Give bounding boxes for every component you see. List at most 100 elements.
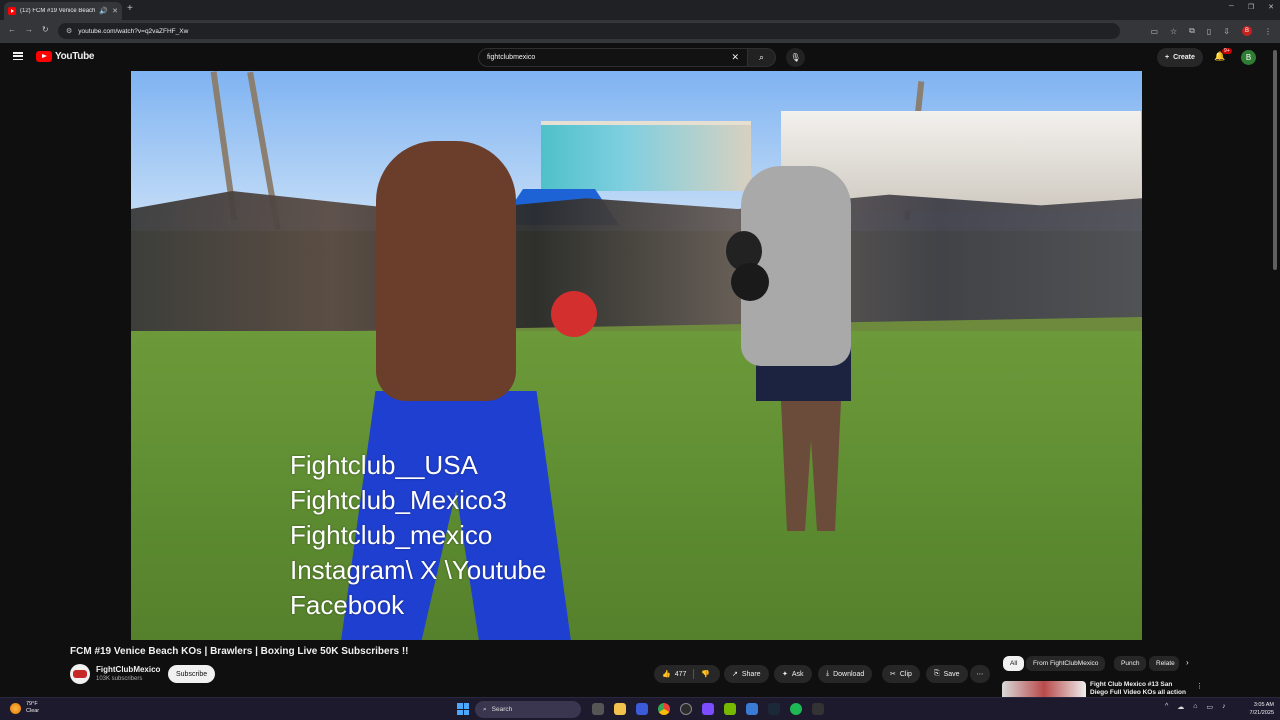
youtube-header: YouTube fightclubmexico ✕ ⌕ 🎙 + Create 🔔… [0,43,1280,71]
system-tray: ^ ☁ ⌂ ▭ ♪ [1165,703,1226,711]
browser-toolbar: ← → ↻ ⚙ youtube.com/watch?v=q2vaZFHF_Xw … [0,20,1280,43]
nvidia-icon[interactable] [724,703,736,715]
overlay-line: Instagram\ X \Youtube [290,555,547,585]
clear-search-icon[interactable]: ✕ [731,52,739,63]
recommendation-thumbnail[interactable] [1002,681,1086,697]
extensions-icon[interactable]: ⧉ [1189,26,1195,36]
video-title: FCM #19 Venice Beach KOs | Brawlers | Bo… [70,646,409,657]
restore-icon[interactable]: ❐ [1248,3,1254,11]
browser-tab[interactable]: (12) FCM #19 Venice Beach 🔊 ✕ [4,2,122,20]
back-icon[interactable]: ← [8,26,16,34]
dislike-icon[interactable]: 👎 [701,670,710,678]
recommendation-menu-icon[interactable]: ⋮ [1196,682,1203,690]
search-query-text: fightclubmexico [487,54,536,61]
tray-app-icon[interactable]: ☁ [1177,703,1184,711]
profile-avatar[interactable]: B [1242,26,1252,36]
downloads-icon[interactable]: ⇩ [1223,27,1230,36]
ask-button[interactable]: ✦ Ask [774,665,812,683]
battery-icon[interactable]: ▭ [1207,703,1214,711]
microphone-icon: 🎙 [790,53,801,62]
divider [693,669,695,679]
file-explorer-icon[interactable] [614,703,626,715]
chrome-icon[interactable] [658,703,670,715]
like-icon[interactable]: 👍 [662,670,671,678]
network-icon[interactable]: ⌂ [1193,703,1197,711]
search-button[interactable]: ⌕ [748,48,776,67]
app-icon[interactable] [746,703,758,715]
windows-taskbar: 79°F Clear ⌕ Search ^ ☁ ⌂ ▭ ♪ 3:05 AM 7/… [0,697,1280,720]
clock-date: 7/21/2025 [1249,710,1274,716]
youtube-logo[interactable]: YouTube [36,51,95,62]
more-horizontal-icon: ⋯ [976,671,984,678]
taskbar-search[interactable]: ⌕ Search [475,701,581,718]
search-icon: ⌕ [483,705,487,713]
video-player[interactable]: Fightclub__USA Fightclub_Mexico3 Fightcl… [131,71,1142,640]
chip-related[interactable]: Relate [1149,656,1179,671]
black-glove [731,263,769,301]
weather-widget[interactable]: 79°F Clear [10,701,39,715]
tray-chevron-icon[interactable]: ^ [1165,703,1168,711]
reload-icon[interactable]: ↻ [42,26,49,34]
tab-close-icon[interactable]: ✕ [112,8,118,15]
task-view-icon[interactable] [592,703,604,715]
browser-menu-icon[interactable]: ⋮ [1264,27,1272,36]
chip-all[interactable]: All [1003,656,1025,671]
more-actions-button[interactable]: ⋯ [970,665,990,683]
forward-icon[interactable]: → [25,26,33,34]
github-icon[interactable] [680,703,692,715]
tab-audio-icon[interactable]: 🔊 [99,8,108,15]
clock-time: 3:05 AM [1253,702,1274,708]
spotify-icon[interactable] [790,703,802,715]
bookmark-star-icon[interactable]: ☆ [1170,27,1177,36]
sparkle-icon: ✦ [782,671,788,678]
chevron-right-icon[interactable]: › [1186,658,1189,667]
app-icon[interactable] [812,703,824,715]
video-scene-mural-building [541,121,751,191]
channel-name[interactable]: FightClubMexico [96,665,160,674]
search-input[interactable]: fightclubmexico ✕ [478,48,748,67]
steam-icon[interactable] [768,703,780,715]
chip-punch[interactable]: Punch [1114,656,1147,671]
subscribe-button[interactable]: Subscribe [168,665,216,683]
like-dislike-group: 👍 477 👎 [654,665,720,683]
app-icon[interactable] [702,703,714,715]
channel-avatar[interactable] [70,664,90,684]
new-tab-icon[interactable]: + [127,4,133,14]
app-icon[interactable] [636,703,648,715]
share-label: Share [741,670,761,678]
address-bar[interactable]: ⚙ youtube.com/watch?v=q2vaZFHF_Xw [58,23,1120,39]
subscriber-count: 103K subscribers [96,676,143,682]
windows-start-icon[interactable] [457,703,469,715]
url-text: youtube.com/watch?v=q2vaZFHF_Xw [78,27,189,35]
notifications-badge: 9+ [1222,48,1232,54]
account-avatar[interactable]: B [1241,50,1256,65]
scissors-icon: ✂ [890,671,896,678]
clip-button[interactable]: ✂ Clip [882,665,920,683]
recommendation-title[interactable]: Fight Club Mexico #13 San Diego Full Vid… [1090,681,1190,697]
minimize-icon[interactable]: ─ [1229,3,1234,11]
download-icon: ⤓ [826,670,830,677]
download-button[interactable]: ⤓ Download [818,665,873,683]
sidepanel-icon[interactable]: ▯ [1207,27,1211,36]
cast-icon[interactable]: ▭ [1150,27,1158,36]
overlay-line: Fightclub_Mexico3 [290,485,507,515]
save-label: Save [943,670,960,678]
taskbar-clock[interactable]: 3:05 AM 7/21/2025 [1240,701,1274,717]
youtube-favicon-icon [8,7,16,15]
save-button[interactable]: ⎘ Save [926,665,968,683]
hamburger-menu-icon[interactable] [13,52,23,60]
ask-label: Ask [791,670,804,678]
like-count[interactable]: 477 [675,671,687,678]
weather-temperature: 79°F [26,701,38,707]
overlay-line: Fightclub__USA [290,450,478,480]
voice-search-button[interactable]: 🎙 [786,48,805,67]
bookmark-icon: ⎘ [934,670,940,677]
overlay-line: Fightclub_mexico [290,520,493,550]
window-close-icon[interactable]: ✕ [1268,3,1274,11]
chip-from-channel[interactable]: From FightClubMexico [1026,656,1106,671]
page-scrollbar[interactable] [1273,50,1277,270]
create-button[interactable]: + Create [1157,48,1203,67]
share-button[interactable]: ↗ Share [724,665,769,683]
volume-icon[interactable]: ♪ [1222,703,1226,711]
site-info-icon[interactable]: ⚙ [66,27,72,35]
